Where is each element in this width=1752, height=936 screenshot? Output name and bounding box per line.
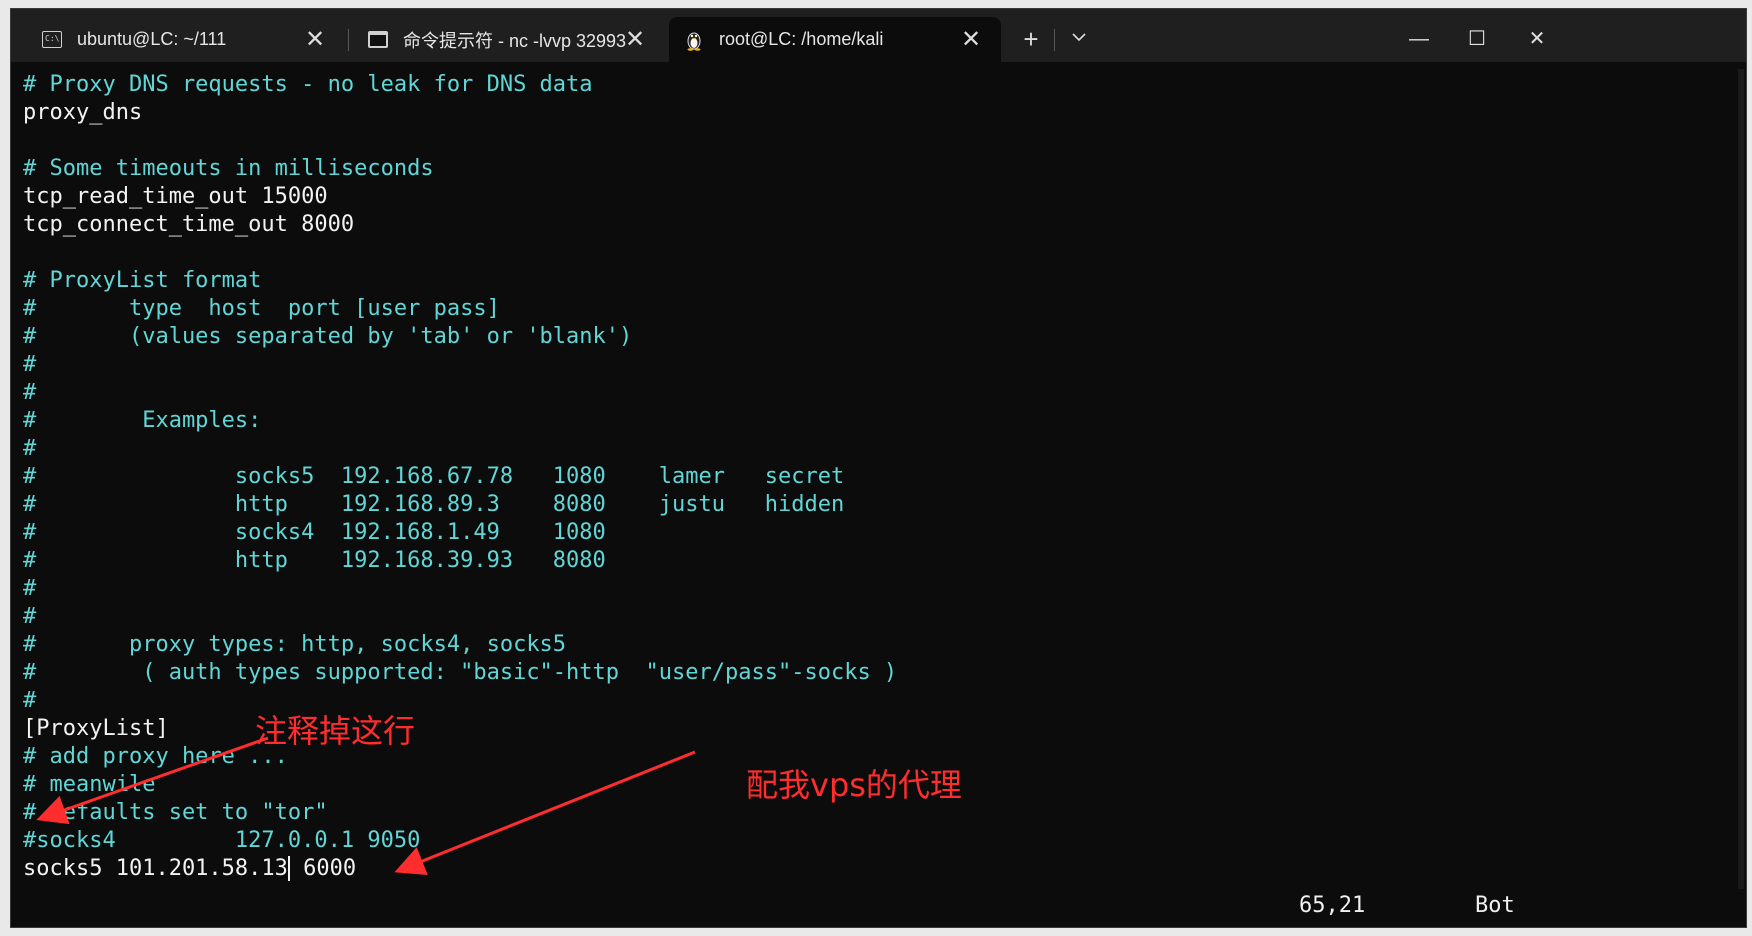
arrow-to-socks5-line	[394, 750, 696, 876]
annotation-arrows	[36, 736, 696, 876]
arrow-to-socks4-line	[36, 736, 269, 825]
